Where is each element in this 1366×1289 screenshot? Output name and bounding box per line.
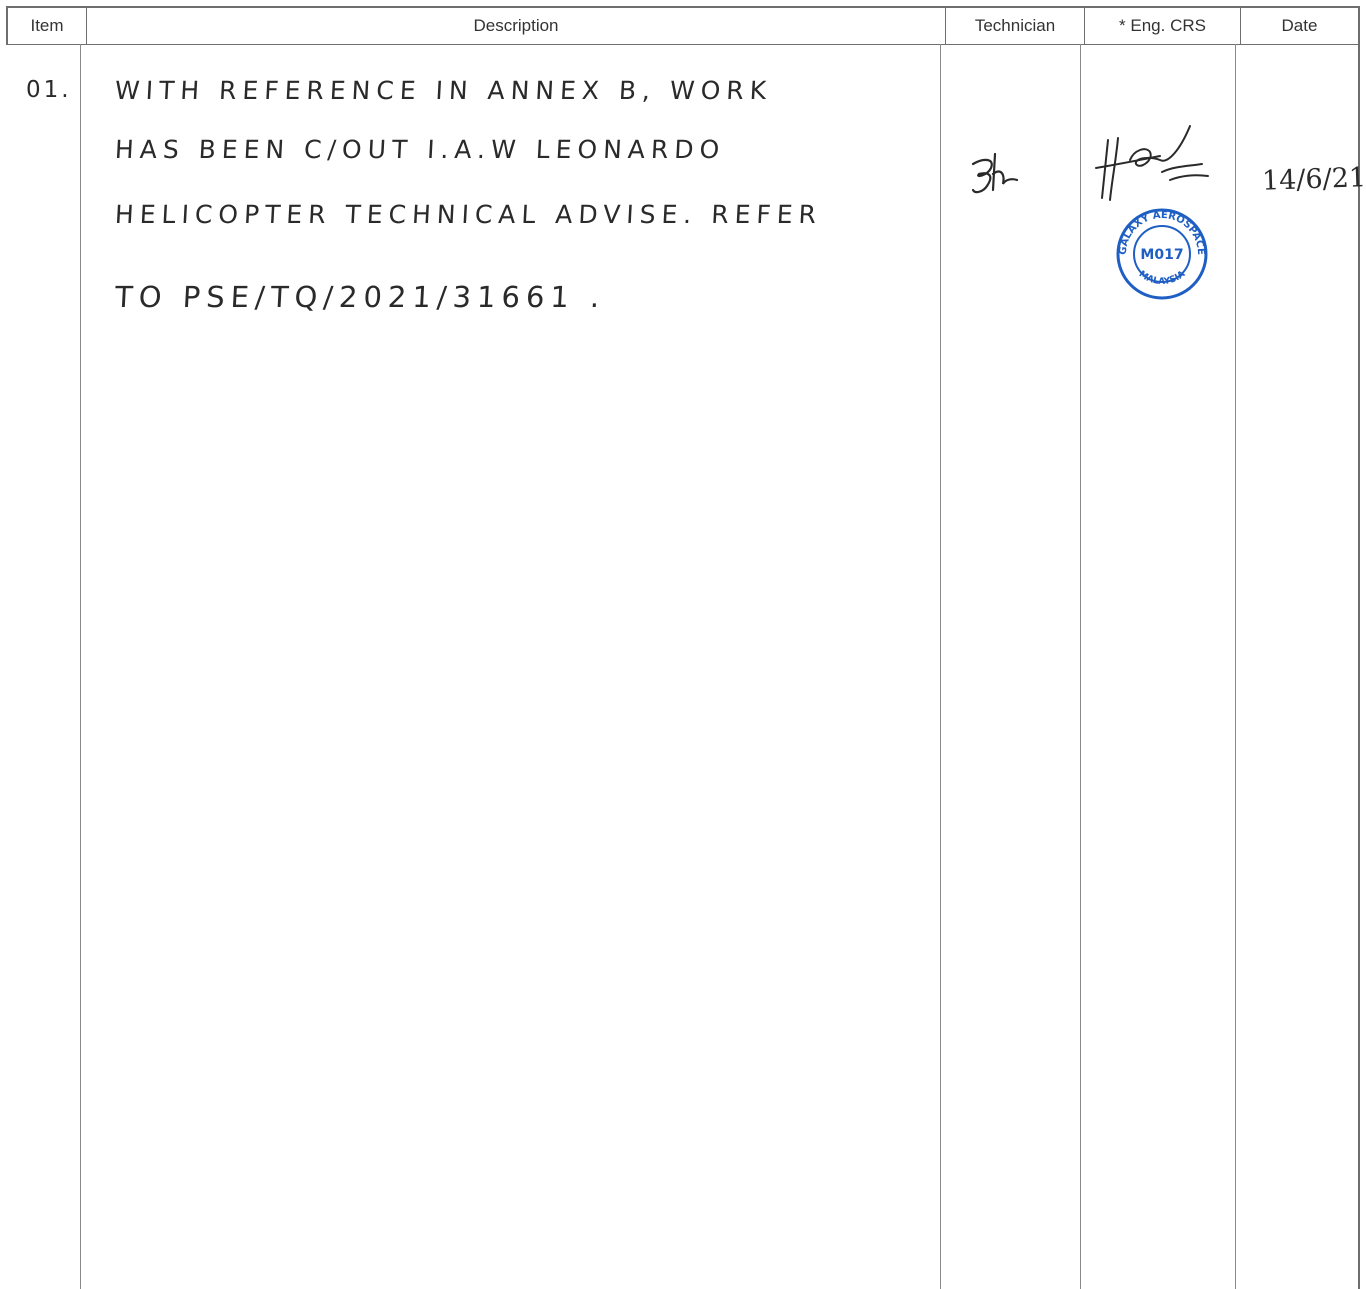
header-item: Item bbox=[30, 16, 64, 35]
entry-description-line-1: WITH REFERENCE IN ANNEX B, WORK bbox=[114, 76, 773, 105]
header-technician: Technician bbox=[974, 16, 1056, 35]
eng-crs-signature bbox=[1095, 125, 1209, 201]
column-divider-item-body bbox=[80, 44, 81, 1289]
column-divider-description-body bbox=[940, 44, 941, 1289]
entry-item-number: 01. bbox=[26, 77, 72, 103]
svg-text:MALAYSIA: MALAYSIA bbox=[1137, 269, 1187, 287]
entry-description-line-3: HELICOPTER TECHNICAL ADVISE. REFER bbox=[114, 200, 823, 229]
stamp-bottom-text: MALAYSIA bbox=[1137, 269, 1187, 287]
stamp-center-text: M017 bbox=[1140, 247, 1183, 263]
header-eng-crs: * Eng. CRS bbox=[1119, 16, 1206, 35]
company-stamp: GALAXY AEROSPACE MALAYSIA M017 bbox=[1116, 208, 1208, 300]
column-divider-technician-body bbox=[1080, 44, 1081, 1289]
header-bottom-border bbox=[6, 44, 1360, 45]
entry-date: 14/6/21 bbox=[1261, 162, 1366, 197]
maintenance-work-record-sheet: Item Description Technician * Eng. CRS D… bbox=[0, 0, 1366, 1289]
entry-description-line-2: HAS BEEN C/OUT I.A.W LEONARDO bbox=[114, 135, 727, 164]
header-description: Description bbox=[473, 16, 559, 35]
table-right-border bbox=[1358, 6, 1360, 1289]
technician-signature bbox=[971, 152, 1019, 194]
entry-description-line-4: TO PSE/TQ/2021/31661 . bbox=[114, 280, 607, 314]
column-divider-crs-body bbox=[1235, 44, 1236, 1289]
header-date: Date bbox=[1281, 16, 1318, 35]
